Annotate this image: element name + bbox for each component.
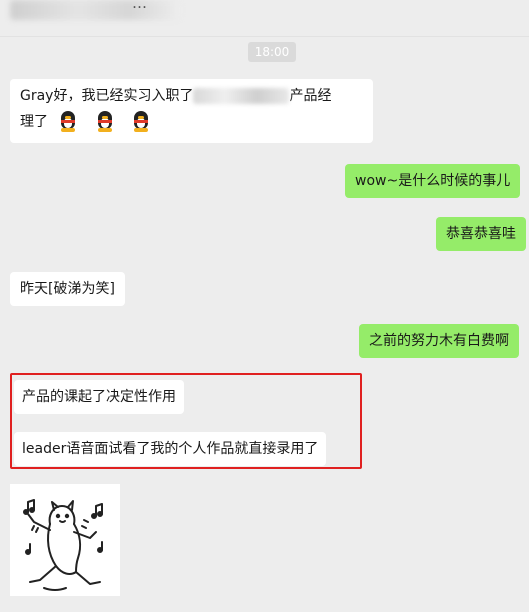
message-bubble-left[interactable]: Gray好，我已经实习入职了 产品经 理了 [10,79,373,143]
dancing-cat-sticker[interactable] [10,484,120,596]
message-text: Gray好，我已经实习入职了 [20,88,194,104]
message-text: 恭喜恭喜哇 [446,226,516,242]
message-line: 理了 [20,109,363,135]
message-bubble-right[interactable]: 恭喜恭喜哇 [436,217,526,251]
message-bubble-left[interactable]: leader语音面试看了我的个人作品就直接录用了 [14,432,327,466]
message-text: 产品经 [289,88,332,104]
message-text: leader语音面试看了我的个人作品就直接录用了 [22,441,319,457]
message-bubble-left[interactable]: 昨天[破涕为笑] [10,272,125,306]
message-text: 产品的课起了决定性作用 [22,389,176,405]
qq-penguin-emoji [131,111,151,133]
blurred-contact-name [10,0,180,20]
message-bubble-left[interactable]: 产品的课起了决定性作用 [14,380,184,414]
qq-penguin-emoji [95,111,115,133]
blurred-text [193,88,290,104]
message-bubble-right[interactable]: wow~是什么时候的事儿 [345,164,521,198]
qq-penguin-emoji [58,111,78,133]
message-bubble-right[interactable]: 之前的努力木有白费啊 [359,324,519,358]
message-text: 之前的努力木有白费啊 [369,333,509,349]
header-title: … [132,0,147,12]
message-line: Gray好，我已经实习入职了 产品经 [20,83,363,109]
chat-header: … [0,0,529,37]
timestamp: 18:00 [248,42,296,62]
message-text: wow~是什么时候的事儿 [355,173,511,189]
message-text: 昨天[破涕为笑] [20,281,115,297]
dancing-cat-icon [23,499,103,591]
message-text: 理了 [20,114,48,130]
